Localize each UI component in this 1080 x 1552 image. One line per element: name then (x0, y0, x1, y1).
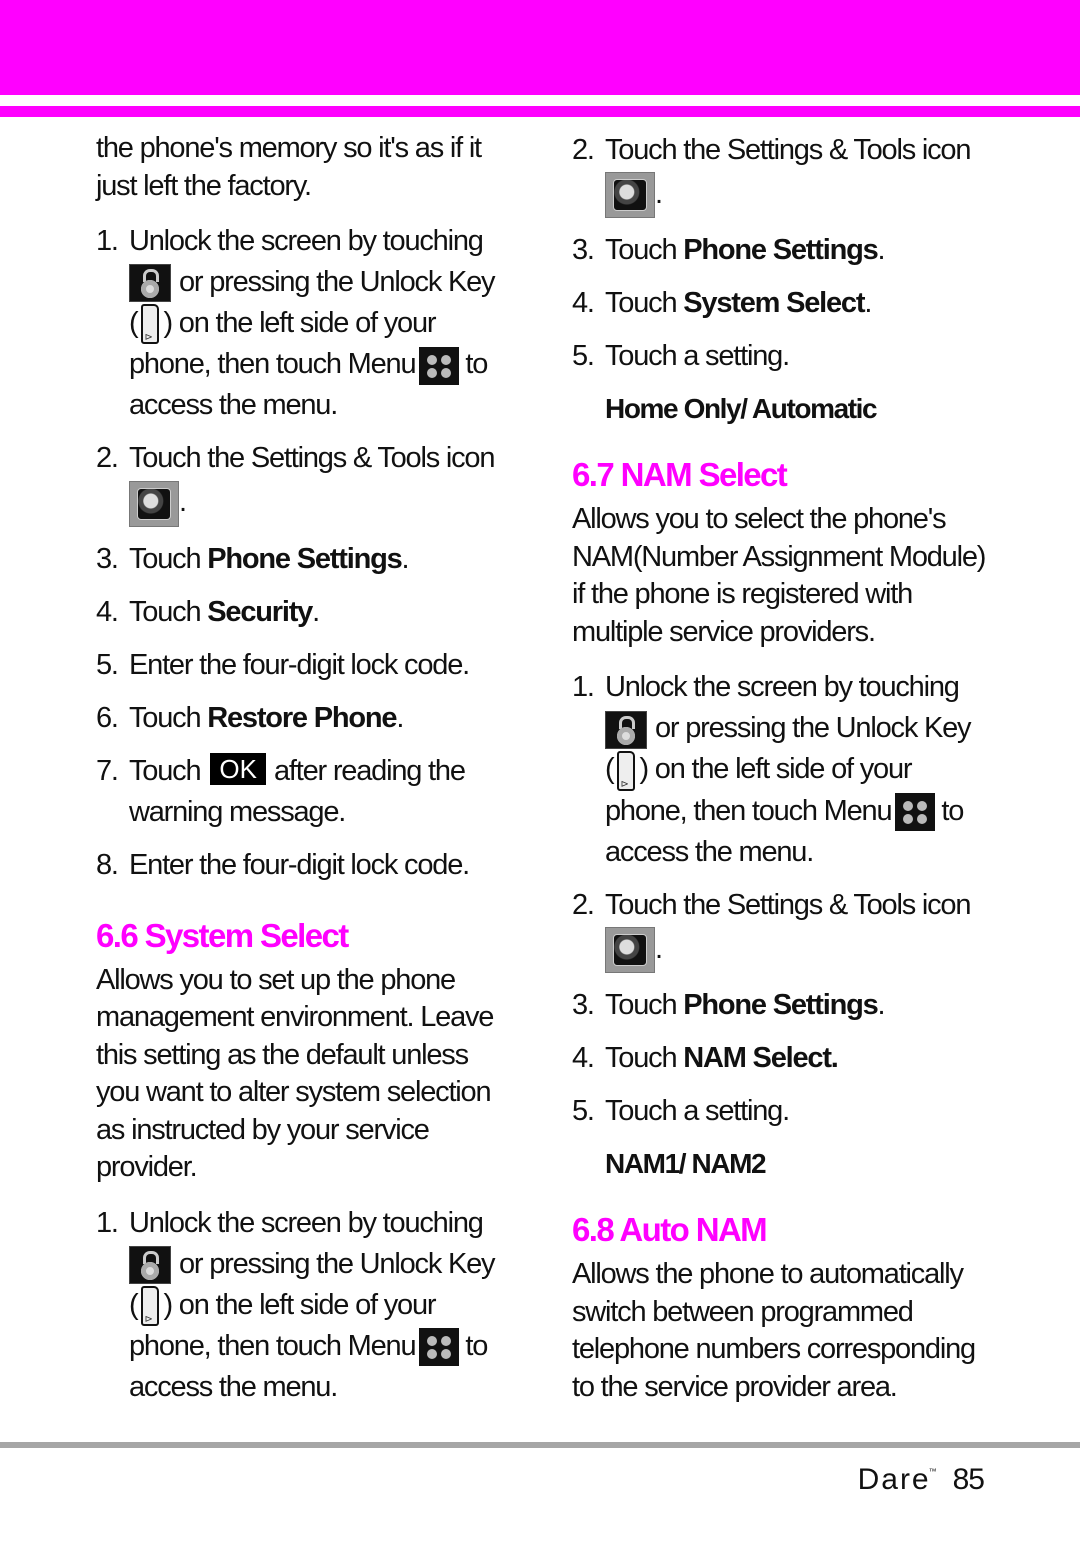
step-4: 4. Touch Security. (96, 595, 320, 628)
unlock-key-icon (617, 750, 636, 805)
step-8: 8. Enter the four-digit lock code. (96, 848, 470, 881)
unlock-icon (129, 264, 171, 303)
brand-logo: Dare ™ (857, 1463, 939, 1496)
step-2: 2. Touch the Settings & Tools icon . (96, 438, 536, 527)
header-stripe (0, 106, 1080, 117)
system-select-description: Allows you to set up the phone managemen… (96, 963, 494, 1184)
unlock-icon (605, 710, 647, 749)
step-5: 5. Enter the four-digit lock code. (96, 648, 470, 681)
settings-tools-icon (129, 480, 179, 527)
left-column: the phone's memory so it's as if it just… (96, 130, 536, 1408)
nam-options: NAM1/ NAM2 (605, 1148, 767, 1180)
unlock-key-icon (141, 1286, 160, 1340)
nam-select-description: Allows you to select the phone's NAM(Num… (572, 503, 986, 648)
menu-icon (419, 1328, 460, 1367)
settings-tools-icon (605, 172, 655, 219)
system-select-options: Home Only/ Automatic (605, 393, 878, 425)
nam-step-1: 1. Unlock the screen by touching or pres… (572, 667, 1012, 872)
settings-tools-icon (605, 927, 655, 974)
auto-nam-description: Allows the phone to automatically switch… (572, 1258, 976, 1403)
system-select-step-2: 2. Touch the Settings & Tools icon . (572, 130, 1012, 219)
step-6: 6. Touch Restore Phone. (96, 701, 404, 734)
system-select-step-5: 5. Touch a setting. (572, 340, 790, 373)
menu-icon (419, 346, 460, 385)
right-column: 2. Touch the Settings & Tools icon . 3. T… (572, 130, 1012, 1406)
section-title-nam-select: 6.7 NAM Select (572, 456, 788, 494)
unlock-icon (129, 1246, 171, 1285)
header-band (0, 0, 1080, 95)
footer: Dare ™ 85 (857, 1463, 985, 1497)
nam-step-2: 2. Touch the Settings & Tools icon . (572, 885, 1012, 974)
page-number: 85 (952, 1463, 985, 1496)
section-title-system-select: 6.6 System Select (96, 916, 349, 954)
step-1: 1. Unlock the screen by touching or pres… (96, 221, 536, 426)
nam-step-5: 5. Touch a setting. (572, 1095, 790, 1128)
step-3: 3. Touch Phone Settings. (96, 542, 410, 575)
system-select-step-3: 3. Touch Phone Settings. (572, 234, 886, 267)
nam-step-3: 3. Touch Phone Settings. (572, 989, 886, 1022)
menu-icon (895, 793, 936, 832)
footer-divider (0, 1442, 1080, 1448)
system-select-step-1: 1. Unlock the screen by touching or pres… (96, 1203, 536, 1408)
unlock-key-icon (141, 304, 160, 358)
ok-button[interactable]: OK (210, 752, 266, 785)
section-title-auto-nam: 6.8 Auto NAM (572, 1211, 768, 1249)
nam-step-4: 4. Touch NAM Select. (572, 1042, 839, 1075)
system-select-step-4: 4. Touch System Select. (572, 287, 872, 320)
intro-text: the phone's memory so it's as if it just… (96, 132, 482, 202)
step-7: 7. Touch OK after reading the warning mess… (96, 752, 466, 828)
